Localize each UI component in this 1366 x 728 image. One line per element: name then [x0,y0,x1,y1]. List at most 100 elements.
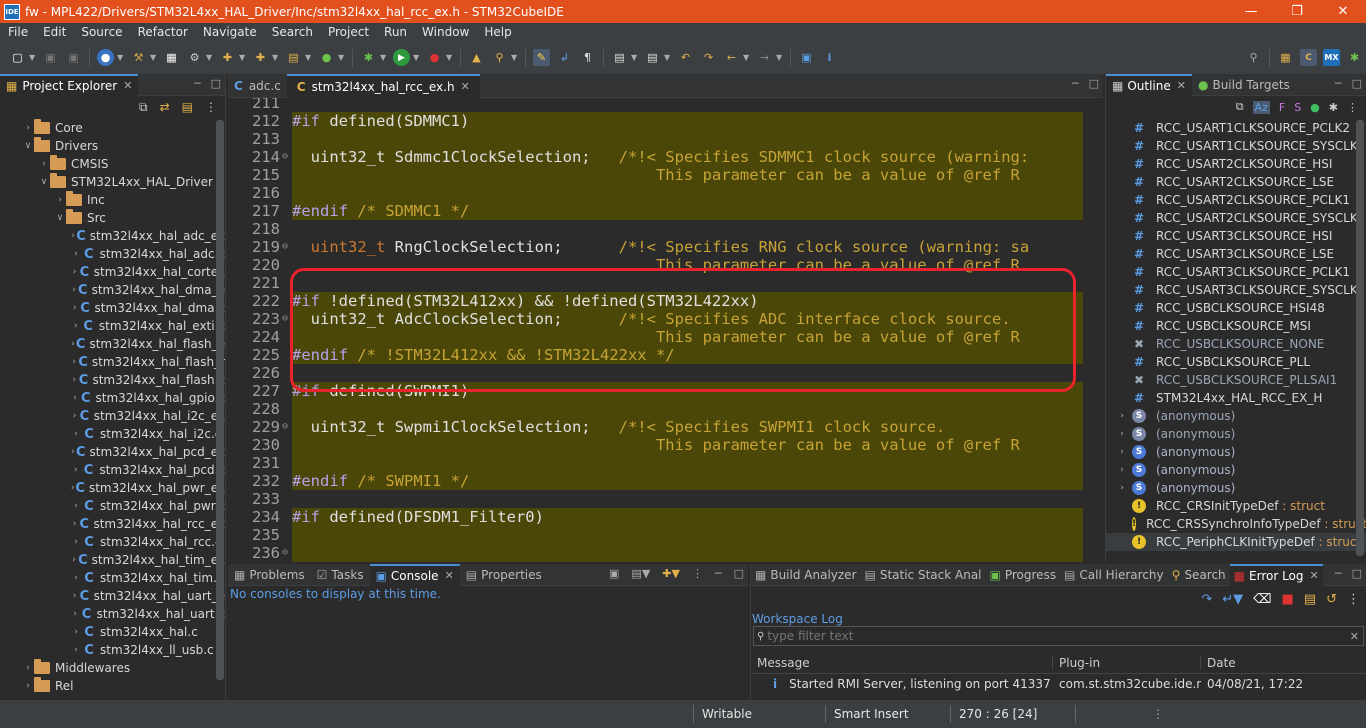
mx-perspective-icon[interactable]: MX [1323,49,1340,66]
collapsed-chevron-icon[interactable]: › [70,573,82,583]
tab-problems[interactable]: ▦ Problems [228,564,311,586]
tab-build-analyzer[interactable]: ▦ Build Analyzer [751,564,861,586]
tree-file[interactable]: › Cstm32l4xx_hal_adc_ex [0,227,225,245]
outline-item[interactable]: # RCC_USART3CLKSOURCE_SYSCLK [1106,281,1366,299]
outline-item[interactable]: # RCC_USBCLKSOURCE_PLL [1106,353,1366,371]
collapsed-chevron-icon[interactable]: › [70,501,82,511]
tree-file[interactable]: › Cstm32l4xx_hal_pwr.c [0,497,225,515]
forward-icon[interactable]: → [756,49,773,66]
close-icon[interactable]: ✕ [461,80,470,93]
fold-toggle-icon[interactable]: ⊖ [282,418,288,436]
new-source-icon[interactable]: ✚ [252,49,269,66]
minimize-icon[interactable]: ─ [715,567,722,580]
collapsed-chevron-icon[interactable]: › [70,357,78,367]
tab-adc-c[interactable]: C adc.c [228,75,287,97]
prev-annotation-icon[interactable]: ▤ [644,49,661,66]
tab-search[interactable]: ⚲ Search [1168,564,1230,586]
tree-folder[interactable]: › Middlewares [0,659,225,677]
tree-file[interactable]: › Cstm32l4xx_hal_rcc_ex [0,515,225,533]
status-insert-mode[interactable]: Smart Insert [826,707,950,721]
collapsed-chevron-icon[interactable]: › [1116,483,1128,493]
perspective-open-icon[interactable]: ▦ [1277,49,1294,66]
file-icon[interactable]: ▦ [163,49,180,66]
outline-item[interactable]: › S (anonymous) [1106,479,1366,497]
import-log-icon[interactable]: ↵▼ [1222,592,1243,607]
tree-folder[interactable]: ∨ Drivers [0,137,225,155]
collapsed-chevron-icon[interactable]: › [70,465,82,475]
menu-refactor[interactable]: Refactor [130,25,195,39]
collapsed-chevron-icon[interactable]: › [54,195,66,205]
save-all-icon[interactable]: ▣ [65,49,82,66]
settings-icon[interactable]: ⚙ [186,49,203,66]
maximize-icon[interactable]: □ [1352,567,1362,580]
clear-log-icon[interactable]: ⌫ [1253,592,1271,607]
tab-tasks[interactable]: ☑ Tasks [311,564,370,586]
delete-log-icon[interactable]: ■ [1282,592,1294,607]
tree-folder[interactable]: › CMSIS [0,155,225,173]
collapsed-chevron-icon[interactable]: › [22,123,34,133]
column-message[interactable]: Message [751,655,1053,670]
outline-item[interactable]: ✖ RCC_USBCLKSOURCE_NONE [1106,335,1366,353]
build-icon[interactable]: ⚒ [130,49,147,66]
sort-icon[interactable]: Az [1252,100,1270,114]
tree-file[interactable]: › Cstm32l4xx_hal_adc.c [0,245,225,263]
collapsed-chevron-icon[interactable]: › [70,375,79,385]
menu-navigate[interactable]: Navigate [195,25,264,39]
tree-file[interactable]: › Cstm32l4xx_hal_pcd_ex [0,443,225,461]
maximize-icon[interactable]: □ [734,567,744,580]
menu-edit[interactable]: Edit [35,25,73,39]
collapsed-chevron-icon[interactable]: › [22,681,34,691]
collapse-all-icon[interactable]: ⧉ [1236,100,1244,114]
view-menu-icon[interactable]: ⋮ [692,567,703,580]
status-more-icon[interactable]: ⋮ [1076,707,1164,721]
word-wrap-icon[interactable]: ↲ [556,49,573,66]
menu-file[interactable]: File [0,25,35,39]
group-icon[interactable]: ✱ [1329,101,1338,114]
tab-error-log[interactable]: ▦ Error Log ✕ [1229,563,1323,586]
tree-file[interactable]: › Cstm32l4xx_hal_flash.c [0,371,225,389]
collapsed-chevron-icon[interactable]: › [1116,447,1128,457]
open-log-icon[interactable]: ▤ [1304,592,1316,607]
tree-file[interactable]: › Cstm32l4xx_hal_dma_e [0,281,225,299]
new-class-icon[interactable]: ● [318,49,335,66]
open-type-icon[interactable]: ▲ [468,49,485,66]
pin-icon[interactable]: ▣ [798,49,815,66]
outline-item[interactable]: # RCC_USART2CLKSOURCE_HSI [1106,155,1366,173]
tree-file[interactable]: › Cstm32l4xx_ll_usb.c [0,641,225,659]
maximize-icon[interactable]: □ [1352,77,1362,90]
fold-toggle-icon[interactable]: ⊖ [282,310,288,328]
outline-item[interactable]: › S (anonymous) [1106,407,1366,425]
collapsed-chevron-icon[interactable]: › [22,663,34,673]
collapsed-chevron-icon[interactable]: › [70,555,78,565]
menu-search[interactable]: Search [264,25,320,39]
view-menu-icon[interactable]: ⋮ [1347,101,1358,114]
minimize-icon[interactable]: ─ [1335,567,1342,580]
debug-config-icon[interactable]: ● [97,49,114,66]
collapsed-chevron-icon[interactable]: › [70,411,79,421]
filter-input[interactable] [767,629,1350,643]
display-console-icon[interactable]: ▤▼ [631,567,650,580]
menu-help[interactable]: Help [476,25,518,39]
collapse-all-icon[interactable]: ⧉ [139,100,148,115]
tree-file[interactable]: › Cstm32l4xx_hal_flash_e [0,335,225,353]
minimize-icon[interactable]: ─ [1072,77,1079,90]
cpp-perspective-icon[interactable]: C [1300,49,1317,66]
tab-call-hierarchy[interactable]: ▤ Call Hierarchy [1060,564,1168,586]
menu-run[interactable]: Run [376,25,414,39]
tree-file[interactable]: › Cstm32l4xx_hal_uart.c [0,605,225,623]
outline-item[interactable]: # RCC_USART2CLKSOURCE_LSE [1106,173,1366,191]
editor-scrollbar[interactable] [1092,100,1100,108]
column-date[interactable]: Date [1201,656,1351,670]
outline-item[interactable]: › S (anonymous) [1106,443,1366,461]
quick-access-icon[interactable]: ⚲ [1245,49,1262,66]
collapsed-chevron-icon[interactable]: › [70,429,82,439]
annotation-icon[interactable]: ▤ [611,49,628,66]
maximize-icon[interactable]: □ [211,77,221,90]
expanded-chevron-icon[interactable]: ∨ [54,213,66,223]
highlight-icon[interactable]: ✎ [533,49,550,66]
outline-scrollbar[interactable] [1356,120,1364,556]
tree-file[interactable]: › Cstm32l4xx_hal_exti.c [0,317,225,335]
outline-item[interactable]: ! RCC_PeriphCLKInitTypeDef : struct [1106,533,1366,551]
outline-item[interactable]: # RCC_USBCLKSOURCE_MSI [1106,317,1366,335]
tree-file[interactable]: › Cstm32l4xx_hal_uart_e [0,587,225,605]
